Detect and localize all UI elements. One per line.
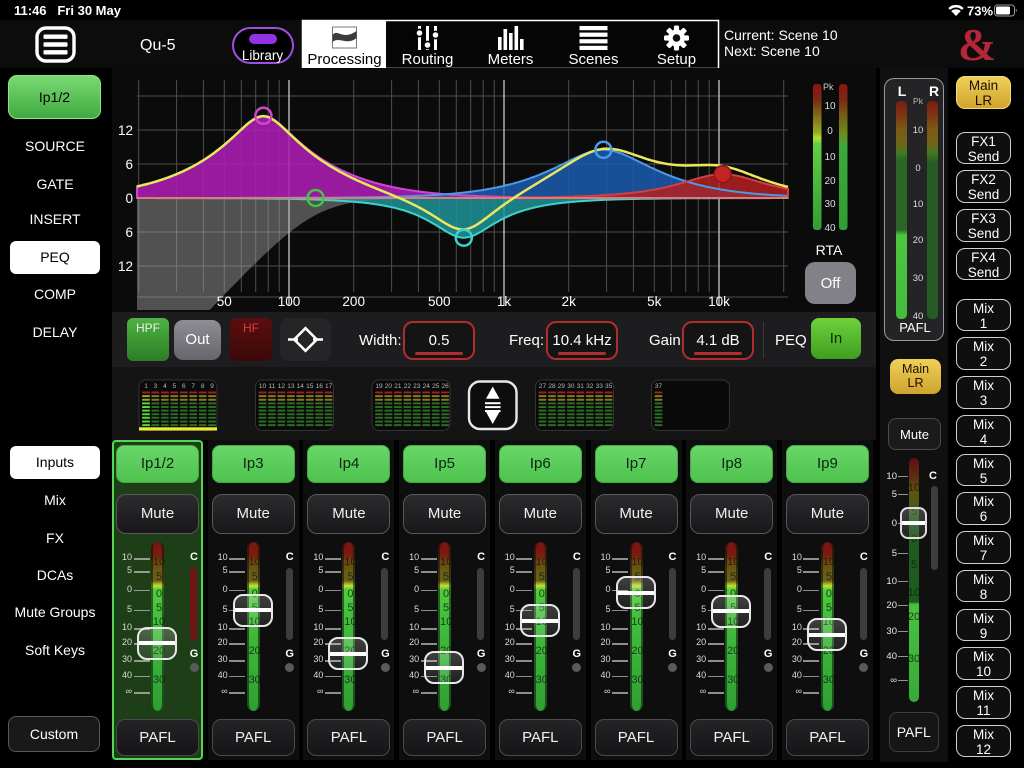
svg-text:73%: 73% [967, 4, 993, 19]
svg-text:33: 33 [596, 383, 604, 390]
svg-text:12: 12 [118, 259, 133, 274]
svg-text:15: 15 [306, 383, 314, 390]
svg-text:2k: 2k [562, 294, 577, 309]
svg-text:20: 20 [824, 176, 836, 187]
svg-text:500: 500 [428, 294, 451, 309]
svg-text:Scenes: Scenes [568, 51, 618, 68]
svg-text:22: 22 [404, 383, 412, 390]
svg-text:7: 7 [191, 383, 195, 390]
svg-text:24: 24 [423, 383, 431, 390]
svg-text:1: 1 [144, 383, 148, 390]
svg-text:3: 3 [154, 383, 158, 390]
svg-text:4: 4 [163, 383, 167, 390]
svg-text:10: 10 [824, 152, 836, 163]
svg-text:28: 28 [548, 383, 556, 390]
svg-text:10: 10 [259, 383, 267, 390]
svg-text:19: 19 [375, 383, 383, 390]
svg-text:6: 6 [182, 383, 186, 390]
svg-text:100: 100 [278, 294, 301, 309]
svg-text:0: 0 [125, 191, 133, 206]
svg-text:Pk: Pk [823, 82, 834, 92]
svg-text:Meters: Meters [488, 51, 534, 68]
svg-text:17: 17 [325, 383, 333, 390]
svg-text:Off: Off [821, 275, 842, 292]
svg-text:5k: 5k [647, 294, 662, 309]
svg-text:200: 200 [342, 294, 365, 309]
svg-text:13: 13 [287, 383, 295, 390]
svg-text:32: 32 [586, 383, 594, 390]
svg-text:11: 11 [269, 383, 276, 390]
svg-text:RTA: RTA [816, 242, 843, 258]
svg-text:30: 30 [824, 199, 836, 210]
svg-text:8: 8 [201, 383, 205, 390]
svg-text:27: 27 [539, 383, 547, 390]
svg-text:31: 31 [577, 383, 585, 390]
svg-text:16: 16 [316, 383, 324, 390]
svg-text:21: 21 [394, 383, 402, 390]
svg-text:23: 23 [413, 383, 421, 390]
svg-text:10k: 10k [708, 294, 730, 309]
svg-text:20: 20 [385, 383, 393, 390]
svg-text:25: 25 [432, 383, 440, 390]
svg-text:1k: 1k [497, 294, 512, 309]
svg-text:30: 30 [567, 383, 575, 390]
svg-text:Setup: Setup [657, 51, 696, 68]
svg-text:Routing: Routing [402, 51, 454, 68]
svg-text:50: 50 [217, 294, 232, 309]
svg-text:29: 29 [558, 383, 566, 390]
svg-text:12: 12 [278, 383, 286, 390]
svg-text:Processing: Processing [307, 51, 381, 68]
svg-text:35: 35 [605, 383, 613, 390]
svg-text:5: 5 [172, 383, 176, 390]
svg-text:10: 10 [824, 101, 836, 112]
svg-text:6: 6 [125, 157, 133, 172]
svg-text:26: 26 [441, 383, 449, 390]
svg-text:9: 9 [210, 383, 214, 390]
svg-text:40: 40 [824, 223, 836, 234]
svg-text:37: 37 [655, 383, 663, 390]
svg-text:12: 12 [118, 123, 133, 138]
svg-text:0: 0 [827, 126, 833, 137]
svg-text:14: 14 [297, 383, 305, 390]
svg-text:6: 6 [125, 225, 133, 240]
